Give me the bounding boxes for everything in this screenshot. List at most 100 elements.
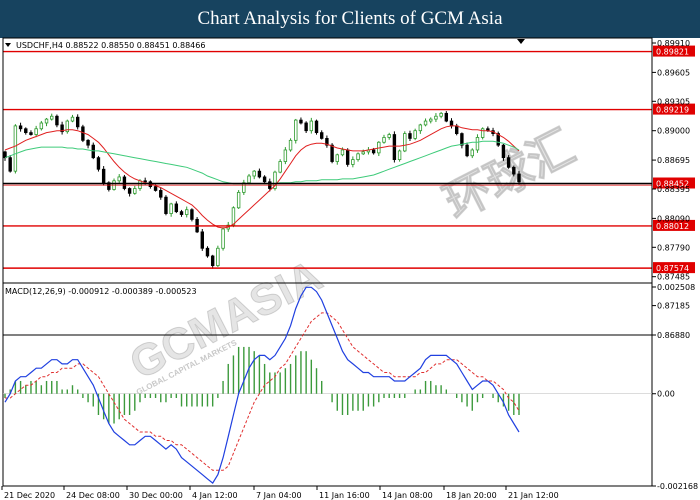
time-tick-label: 4 Jan 12:00 xyxy=(192,491,238,500)
candle-body xyxy=(460,133,464,146)
candle-body xyxy=(24,128,28,134)
candle-body xyxy=(304,122,308,132)
candle-body xyxy=(361,151,365,155)
candle-body xyxy=(294,119,298,141)
candle-body xyxy=(221,228,225,249)
candle-body xyxy=(517,173,521,183)
candle-body xyxy=(403,133,407,152)
candle-body xyxy=(190,209,194,220)
price-chart-header: USDCHF,H4 0.88522 0.88550 0.88451 0.8846… xyxy=(16,41,205,50)
candle-body xyxy=(133,188,137,194)
candle-body xyxy=(91,144,95,159)
candle-body xyxy=(288,139,293,151)
candle-body xyxy=(200,231,204,249)
candle-body xyxy=(164,196,168,214)
candle-body xyxy=(205,247,210,257)
candle-body xyxy=(70,116,75,122)
price-tick-label: 0.88695 xyxy=(657,156,690,165)
candle-body xyxy=(501,144,506,159)
candle-body xyxy=(13,125,18,172)
candle-body xyxy=(320,132,324,139)
candle-body xyxy=(29,132,33,135)
time-tick-label: 30 Dec 00:00 xyxy=(129,491,183,500)
price-tick-label: 0.88395 xyxy=(657,185,690,194)
scroll-marker-icon[interactable] xyxy=(517,39,525,44)
candle-body xyxy=(351,159,355,165)
candle-body xyxy=(470,149,474,157)
level-price-label: 0.89821 xyxy=(656,48,689,57)
candle-body xyxy=(247,175,251,184)
candle-body xyxy=(34,128,38,135)
candle-body xyxy=(413,130,417,139)
candle-body xyxy=(86,139,90,146)
macd-signal-line xyxy=(5,312,520,471)
candle-body xyxy=(101,168,106,184)
candle-body xyxy=(392,134,397,161)
price-tick-label: 0.87185 xyxy=(657,302,690,311)
candle-body xyxy=(257,170,262,178)
candle-body xyxy=(439,112,443,117)
level-price-label: 0.89219 xyxy=(656,106,689,115)
time-tick-label: 14 Jan 08:00 xyxy=(382,491,433,500)
candle-body xyxy=(81,126,85,141)
candle-body xyxy=(475,137,480,151)
candle-body xyxy=(512,166,516,175)
price-tick-label: 0.89000 xyxy=(657,127,690,136)
watermark-chinese: 环球汇 xyxy=(436,120,583,229)
candle-body xyxy=(3,151,7,159)
price-tick-label: 0.89305 xyxy=(657,97,690,106)
macd-tick-label: -0.002168 xyxy=(657,482,698,491)
candle-body xyxy=(340,149,345,156)
time-tick-label: 7 Jan 04:00 xyxy=(256,491,302,500)
candle-body xyxy=(262,176,267,183)
candle-body xyxy=(299,119,303,124)
candle-body xyxy=(314,120,319,134)
candle-body xyxy=(387,134,391,138)
macd-header: MACD(12,26,9) -0.000912 -0.000389 -0.000… xyxy=(5,287,197,296)
collapse-arrow-icon[interactable] xyxy=(5,43,11,47)
candle-body xyxy=(50,115,54,120)
candle-body xyxy=(454,125,459,134)
candle-body xyxy=(169,203,173,214)
time-tick-label: 21 Dec 2020 xyxy=(4,491,55,500)
candle-body xyxy=(449,120,454,127)
candle-body xyxy=(371,149,376,154)
candle-body xyxy=(356,153,360,161)
candle-body xyxy=(397,150,402,161)
chart-area: GCMASIA 环球汇 GLOBAL CAPITAL MARKETS 0.898… xyxy=(1,37,698,500)
candle-body xyxy=(143,180,147,183)
price-tick-label: 0.88090 xyxy=(657,214,690,223)
candle-body xyxy=(127,188,132,194)
candle-body xyxy=(39,122,44,130)
ma-slow-line xyxy=(4,140,520,185)
macd-tick-label: 0.00 xyxy=(657,390,675,399)
candle-body xyxy=(506,157,511,168)
candle-body xyxy=(174,203,179,213)
time-tick-label: 21 Jan 12:00 xyxy=(508,491,559,500)
candle-body xyxy=(216,247,220,267)
candle-body xyxy=(465,144,469,157)
candle-body xyxy=(335,154,339,162)
candle-body xyxy=(434,115,438,120)
price-tick-label: 0.87790 xyxy=(657,243,690,252)
candle-body xyxy=(283,149,288,162)
time-tick-label: 24 Dec 08:00 xyxy=(66,491,120,500)
price-axis: 0.89910 0.89605 0.89305 0.89000 0.88695 0.883… xyxy=(2,37,690,487)
candle-body xyxy=(309,120,314,132)
price-tick-label: 0.86880 xyxy=(657,331,690,340)
candle-body xyxy=(117,176,121,182)
candle-body xyxy=(75,116,80,128)
candle-body xyxy=(330,144,334,162)
price-tick-label: 0.87485 xyxy=(657,273,690,282)
candle-body xyxy=(138,180,142,189)
candle-body xyxy=(408,133,412,139)
candle-body xyxy=(345,149,350,165)
time-tick-label: 11 Jan 16:00 xyxy=(319,491,370,500)
candle-body xyxy=(153,186,158,191)
time-tick-label: 18 Jan 20:00 xyxy=(446,491,497,500)
candle-body xyxy=(236,191,241,209)
candle-body xyxy=(382,137,386,143)
macd-tick-label: 0.002508 xyxy=(657,283,695,292)
candle-body xyxy=(231,207,236,226)
candle-body xyxy=(44,118,49,124)
